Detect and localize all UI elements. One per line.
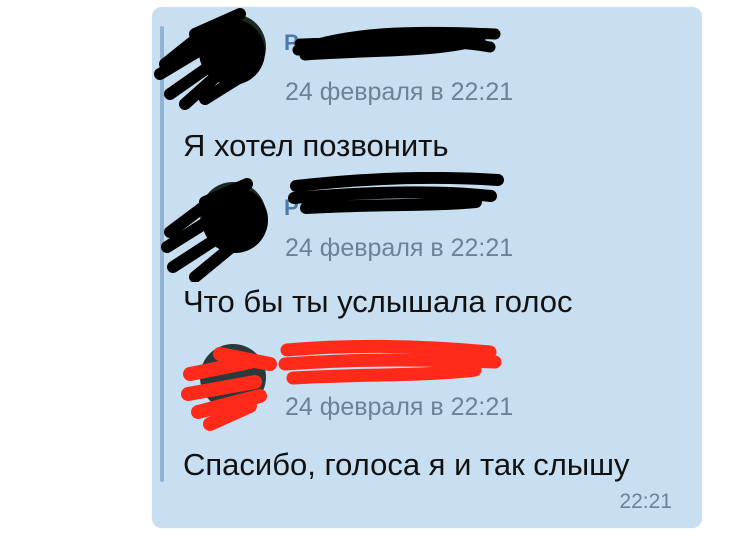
message-text: Спасибо, голоса я и так слышу (183, 447, 630, 482)
avatar-redaction-scribble (154, 8, 265, 110)
message-date: 24 февраля в 22:21 (285, 234, 514, 262)
author-redaction-mark (278, 339, 502, 385)
screenshot-stage: Р 24 февраля в 22:21 Я хотел позвонить Р… (0, 0, 736, 538)
message-date: 24 февраля в 22:21 (285, 78, 514, 106)
message-date: 24 февраля в 22:21 (285, 393, 514, 421)
author-redaction-mark (292, 26, 501, 61)
bubble-timestamp: 22:21 (619, 490, 672, 513)
avatar-redaction-scribble (181, 347, 277, 431)
avatar[interactable] (154, 8, 266, 110)
avatar[interactable] (181, 344, 277, 431)
avatar-redaction-scribble (161, 178, 268, 282)
author-redaction-mark (288, 172, 504, 214)
message-text: Что бы ты услышала голос (183, 284, 573, 319)
avatar[interactable] (161, 178, 268, 282)
message-text: Я хотел позвонить (183, 128, 449, 163)
